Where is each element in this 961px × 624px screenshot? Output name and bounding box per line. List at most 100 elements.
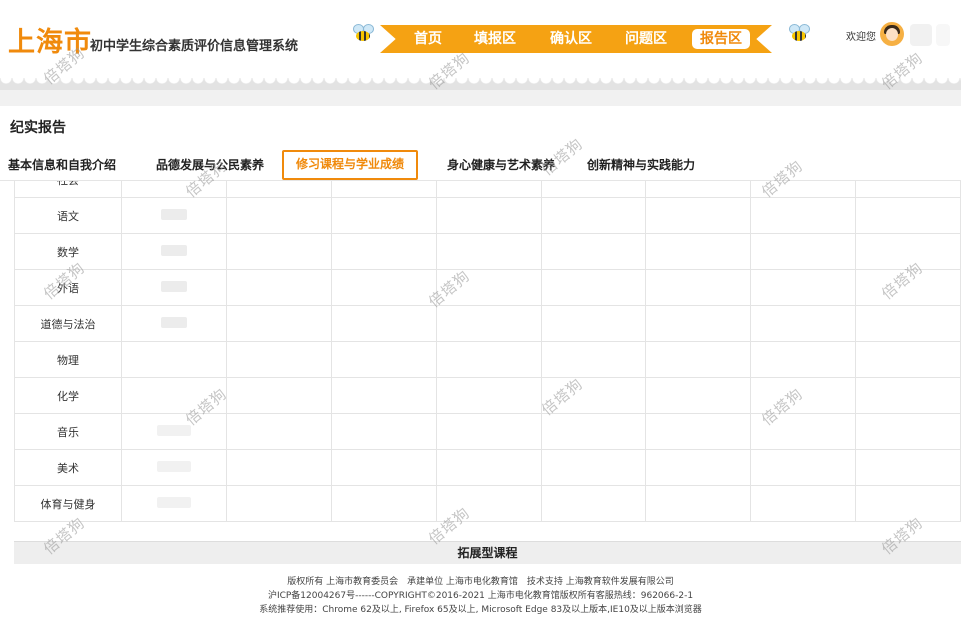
subject-name: 道德与法治	[14, 305, 122, 342]
grade-cell	[750, 233, 857, 270]
grade-cell	[330, 341, 437, 378]
blurred-value	[156, 460, 191, 472]
tab-health-arts[interactable]: 身心健康与艺术素养	[447, 150, 555, 180]
nav-confirm-area[interactable]: 确认区	[550, 25, 592, 53]
grade-cell	[435, 341, 542, 378]
header-wave-divider	[0, 78, 961, 90]
grade-cell	[225, 181, 332, 198]
grade-cell	[645, 449, 752, 486]
grade-cell	[435, 485, 542, 522]
subject-name: 体育与健身	[14, 485, 122, 522]
grade-cell	[435, 269, 542, 306]
blurred-value	[160, 244, 187, 256]
grade-cell	[540, 305, 647, 342]
blurred-value	[160, 316, 187, 328]
table-row: 音乐	[14, 413, 961, 450]
grade-cell	[540, 449, 647, 486]
grade-cell	[750, 377, 857, 414]
grade-cell	[330, 233, 437, 270]
grade-cell	[435, 449, 542, 486]
grade-cell	[330, 197, 437, 234]
grade-cell	[540, 181, 647, 198]
subject-name: 化学	[14, 377, 122, 414]
grade-cell	[330, 413, 437, 450]
bee-icon	[352, 24, 374, 42]
grade-cell	[225, 377, 332, 414]
grade-cell	[855, 305, 961, 342]
grade-cell	[435, 197, 542, 234]
subject-name: 语文	[14, 197, 122, 234]
table-row: 化学	[14, 377, 961, 414]
subject-name: 外语	[14, 269, 122, 306]
subject-name: 物理	[14, 341, 122, 378]
table-row: 美术	[14, 449, 961, 486]
tab-morality[interactable]: 品德发展与公民素养	[156, 150, 264, 180]
grade-cell	[121, 181, 227, 198]
grade-cell	[855, 485, 961, 522]
course-table: 社会语文数学外语道德与法治物理化学音乐美术体育与健身	[14, 181, 961, 522]
grade-cell	[225, 449, 332, 486]
grade-cell	[540, 485, 647, 522]
page-title: 纪实报告	[10, 120, 66, 136]
grade-cell	[435, 305, 542, 342]
grade-cell	[330, 449, 437, 486]
tab-basic-info[interactable]: 基本信息和自我介绍	[8, 150, 116, 180]
course-table-scroll[interactable]: 社会语文数学外语道德与法治物理化学音乐美术体育与健身	[14, 181, 961, 541]
grade-cell	[121, 485, 227, 522]
subject-name: 社会	[14, 181, 122, 198]
footer-copyright: 版权所有 上海市教育委员会 承建单位 上海市电化教育馆 技术支持 上海教育软件发…	[287, 577, 674, 587]
user-name-blurred	[910, 24, 932, 46]
grade-cell	[121, 413, 227, 450]
nav-fill-area[interactable]: 填报区	[474, 25, 516, 53]
grade-cell	[855, 233, 961, 270]
grade-cell	[855, 413, 961, 450]
page-footer: 版权所有 上海市教育委员会 承建单位 上海市电化教育馆 技术支持 上海教育软件发…	[0, 575, 961, 617]
app-header: 上海市 初中学生综合素质评价信息管理系统 首页 填报区 确认区 问题区 报告区 …	[0, 0, 961, 80]
grade-cell	[435, 377, 542, 414]
table-row: 物理	[14, 341, 961, 378]
nav-home[interactable]: 首页	[414, 25, 442, 53]
grade-cell	[121, 269, 227, 306]
grade-cell	[540, 233, 647, 270]
tab-courses-grades[interactable]: 修习课程与学业成绩	[282, 150, 419, 180]
table-row: 道德与法治	[14, 305, 961, 342]
grade-cell	[645, 341, 752, 378]
table-row: 语文	[14, 197, 961, 234]
grade-cell	[750, 269, 857, 306]
user-menu-blurred[interactable]	[936, 24, 950, 46]
subject-name: 音乐	[14, 413, 122, 450]
grade-cell	[225, 305, 332, 342]
grade-cell	[225, 341, 332, 378]
tab-innovation-practice[interactable]: 创新精神与实践能力	[587, 150, 695, 180]
table-row: 体育与健身	[14, 485, 961, 522]
grade-cell	[855, 269, 961, 306]
grade-cell	[540, 413, 647, 450]
blurred-value	[156, 496, 191, 508]
grade-cell	[750, 449, 857, 486]
system-name: 初中学生综合素质评价信息管理系统	[90, 39, 299, 54]
grade-cell	[750, 485, 857, 522]
grade-cell	[330, 305, 437, 342]
footer-icp: 沪ICP备12004267号------COPYRIGHT©2016-2021 …	[267, 591, 694, 601]
grade-cell	[540, 341, 647, 378]
grade-cell	[645, 377, 752, 414]
subject-name: 美术	[14, 449, 122, 486]
grade-cell	[645, 485, 752, 522]
grade-cell	[121, 341, 227, 378]
blurred-value	[156, 424, 191, 436]
grade-cell	[435, 413, 542, 450]
grade-cell	[121, 377, 227, 414]
grade-cell	[435, 233, 542, 270]
grade-cell	[750, 181, 857, 198]
grade-cell	[750, 305, 857, 342]
grade-cell	[330, 181, 437, 198]
report-tabs: 基本信息和自我介绍 品德发展与公民素养 修习课程与学业成绩 身心健康与艺术素养 …	[0, 150, 961, 181]
nav-report-area[interactable]: 报告区	[692, 29, 750, 49]
avatar[interactable]	[880, 22, 904, 46]
bee-icon	[788, 24, 810, 42]
grade-cell	[750, 197, 857, 234]
grade-cell	[225, 197, 332, 234]
nav-issue-area[interactable]: 问题区	[625, 25, 667, 53]
grade-cell	[645, 269, 752, 306]
grade-cell	[540, 269, 647, 306]
